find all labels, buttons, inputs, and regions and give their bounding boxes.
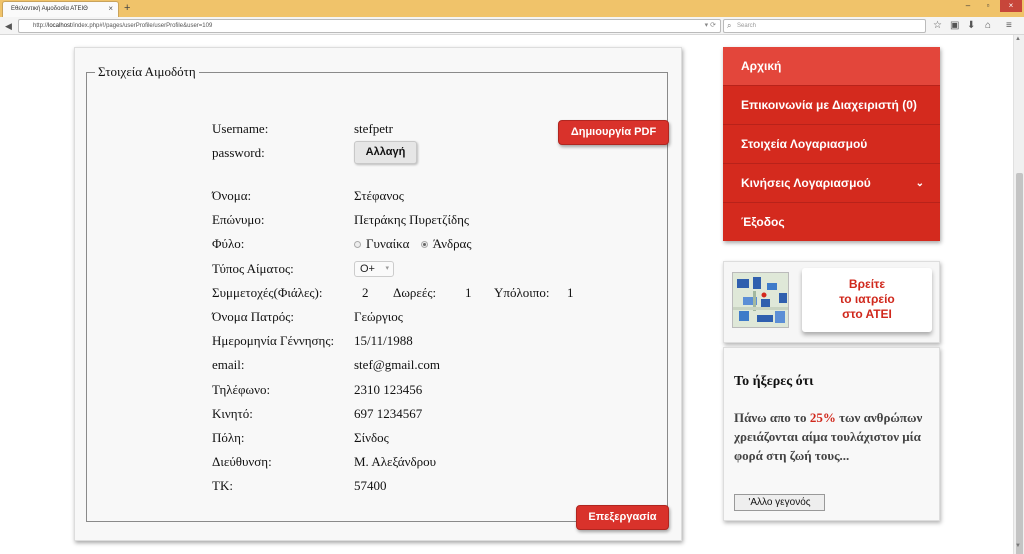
search-icon: ⌕ (727, 21, 732, 30)
blood-type-value: O+ (360, 263, 375, 275)
gender-options: Γυναίκα Άνδρας (354, 236, 472, 252)
gender-male-radio[interactable] (420, 240, 428, 248)
email-value: stef@gmail.com (354, 357, 440, 372)
participations-label: Συμμετοχές(Φιάλες): (212, 285, 323, 300)
facts-text: Πάνω απο το 25% των ανθρώπων χρειάζονται… (734, 408, 934, 465)
url-prefix: http:// (33, 23, 49, 29)
first-name-value: Στέφανος (354, 188, 404, 203)
menu-item-label: Έξοδος (741, 215, 785, 229)
zip-label: ΤΚ: (212, 478, 233, 493)
menu-item-label: Επικοινωνία με Διαχειριστή (0) (741, 98, 917, 112)
maximize-icon[interactable]: ▫ (980, 0, 996, 12)
browser-tabbar: Εθελοντική Αιμοδοσία ΑΤΕΙΘ × + – ▫ × (0, 0, 1024, 17)
new-tab-icon[interactable]: + (124, 1, 130, 15)
download-icon[interactable]: ⬇ (967, 19, 975, 33)
chevron-down-icon: ⌄ (915, 178, 924, 189)
last-name-label: Επώνυμο: (212, 212, 265, 227)
reload-icon[interactable]: ▾ ⟳ (705, 20, 716, 32)
menu-item-label: Αρχική (741, 59, 782, 73)
blood-type-label: Τύπος Αίματος: (212, 261, 294, 276)
username-value: stefpetr (354, 121, 393, 136)
menu-item-logout[interactable]: Έξοδος (723, 203, 940, 242)
find-clinic-card[interactable]: Βρείτε το ιατρείο στο ΑΤΕΙ (802, 268, 932, 332)
search-placeholder: Search (737, 23, 757, 29)
promo-line-2: το ιατρείο (839, 292, 895, 306)
city-value: Σίνδος (354, 430, 389, 445)
father-name-value: Γεώργιος (354, 309, 403, 324)
page-scrollbar[interactable]: ▲ ▼ (1013, 35, 1024, 554)
url-bar[interactable]: http://localhost/index.php#!/pages/userP… (18, 19, 721, 33)
edit-button[interactable]: Επεξεργασία (576, 505, 669, 530)
gender-female-radio[interactable] (354, 240, 361, 248)
browser-navbar: ◀ http://localhost/index.php#!/pages/use… (0, 17, 1024, 35)
promo-line-1: Βρείτε (848, 277, 886, 291)
back-icon[interactable]: ◀ (5, 19, 12, 33)
bookmark-star-icon[interactable]: ☆ (933, 19, 942, 33)
mobile-value: 697 1234567 (354, 406, 423, 421)
menu-item-contact-admin[interactable]: Επικοινωνία με Διαχειριστή (0) (723, 86, 940, 125)
donor-legend: Στοιχεία Αιμοδότη (98, 64, 196, 79)
birth-date-label: Ημερομηνία Γέννησης: (212, 333, 335, 348)
menu-item-label: Κινήσεις Λογαριασμού (741, 176, 871, 190)
city-label: Πόλη: (212, 430, 245, 445)
email-label: email: (212, 357, 245, 372)
balance-label: Υπόλοιπο: (494, 285, 550, 300)
campus-map-thumbnail (732, 272, 789, 328)
phone-value: 2310 123456 (354, 382, 423, 397)
chevron-down-icon: ▾ (385, 265, 389, 272)
browser-tab[interactable]: Εθελοντική Αιμοδοσία ΑΤΕΙΘ × (2, 1, 119, 17)
mobile-label: Κινητό: (212, 406, 253, 421)
tab-close-icon[interactable]: × (108, 2, 113, 16)
username-label: Username: (212, 121, 269, 136)
promo-line-3: στο ΑΤΕΙ (842, 307, 892, 321)
create-pdf-button[interactable]: Δημιουργία PDF (558, 120, 669, 145)
phone-label: Τηλέφωνο: (212, 382, 271, 397)
home-icon[interactable]: ⌂ (985, 19, 991, 33)
scroll-up-icon[interactable]: ▲ (1015, 36, 1021, 42)
donor-fieldset: Στοιχεία Αιμοδότη Username: stefpetr pas… (86, 64, 669, 530)
address-value: Μ. Αλεξάνδρου (354, 454, 437, 469)
window-close-icon[interactable]: × (1000, 0, 1022, 12)
scroll-down-icon[interactable]: ▼ (1015, 543, 1021, 549)
menu-item-account-transactions[interactable]: Κινήσεις Λογαριασμού ⌄ (723, 164, 940, 203)
minimize-icon[interactable]: – (960, 0, 976, 12)
menu-icon[interactable]: ≡ (1006, 19, 1012, 33)
gender-female-label: Γυναίκα (366, 236, 410, 251)
menu-item-label: Στοιχεία Λογαριασμού (741, 137, 868, 151)
menu-item-home[interactable]: Αρχική (723, 47, 940, 86)
gender-male-label: Άνδρας (432, 236, 472, 251)
father-name-label: Όνομα Πατρός: (212, 309, 294, 324)
blood-type-select[interactable]: O+ ▾ (354, 261, 394, 277)
zip-value: 57400 (354, 478, 387, 493)
clinic-promo[interactable]: Βρείτε το ιατρείο στο ΑΤΕΙ (723, 261, 940, 343)
url-path: /index.php#!/pages/userProfile/userProfi… (71, 23, 213, 29)
donations-value: 1 (465, 285, 472, 300)
address-label: Διεύθυνση: (212, 454, 272, 469)
donations-label: Δωρεές: (393, 285, 437, 300)
balance-value: 1 (567, 285, 574, 300)
another-fact-button[interactable]: 'Αλλο γεγονός (734, 494, 825, 511)
url-host: localhost (48, 23, 72, 29)
facts-text-before: Πάνω απο το (734, 410, 810, 425)
scroll-thumb[interactable] (1016, 173, 1023, 554)
menu-item-account-details[interactable]: Στοιχεία Λογαριασμού (723, 125, 940, 164)
tab-title: Εθελοντική Αιμοδοσία ΑΤΕΙΘ (11, 6, 88, 12)
gender-label: Φύλο: (212, 236, 245, 251)
side-menu: Αρχική Επικοινωνία με Διαχειριστή (0) Στ… (723, 47, 940, 241)
first-name-label: Όνομα: (212, 188, 252, 203)
search-bar[interactable]: ⌕ Search (723, 19, 926, 33)
change-password-button[interactable]: Αλλαγή (354, 141, 417, 164)
last-name-value: Πετράκης Πυρετζίδης (354, 212, 470, 227)
birth-date-value: 15/11/1988 (354, 333, 413, 348)
password-label: password: (212, 145, 265, 160)
participations-value: 2 (362, 285, 369, 300)
clipboard-icon[interactable]: ▣ (950, 19, 959, 33)
facts-title: Το ήξερες ότι (734, 374, 814, 389)
did-you-know-panel: Το ήξερες ότι Πάνω απο το 25% των ανθρώπ… (723, 347, 940, 521)
donor-profile-panel: Στοιχεία Αιμοδότη Username: stefpetr pas… (74, 47, 682, 541)
facts-highlight: 25% (809, 410, 836, 425)
